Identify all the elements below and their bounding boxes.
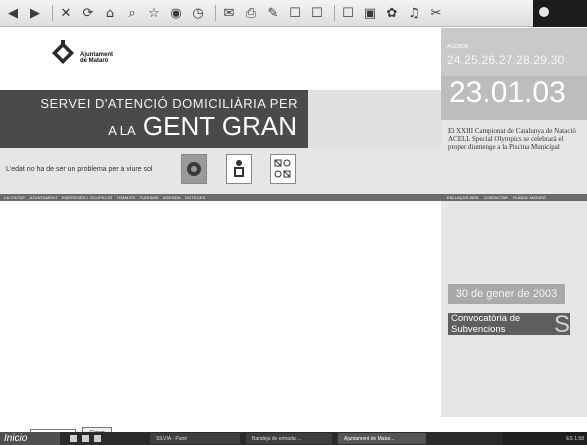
research-icon[interactable]: ✿ [383,4,401,22]
nav-item-enllacos[interactable]: ENLLAÇOS WEB [447,195,479,200]
stop-icon[interactable]: ✕ [57,4,75,22]
taskbar-task-mail[interactable]: Bandeja de entrada ... [246,433,332,444]
nav-item-empreses[interactable]: EMPRESES I OCUPACIÓ [62,195,112,200]
title-line-1: SERVEI D'ATENCIÓ DOMICILIÀRIA PER [40,96,298,111]
tile-person-icon[interactable] [226,154,252,184]
windows-taskbar: Inicio SILVIA - Paint Bandeja de entrada… [0,432,587,445]
quicklaunch-desktop-icon[interactable] [70,435,77,442]
start-button[interactable]: Inicio [0,432,60,445]
city-logo-text[interactable]: Ajuntament de Mataró [80,52,113,64]
extra-icon[interactable]: ✂ [427,4,445,22]
taskbar-task-browser[interactable]: Ajuntament de Matar... [338,433,426,444]
tile-pattern-icon[interactable] [270,154,296,184]
windows-logo-icon [539,7,549,17]
favorites-icon[interactable]: ☆ [145,4,163,22]
agenda-big-date: 23.01.03 [449,76,566,109]
back-icon[interactable]: ◀ [4,4,22,22]
nav-item-contactar[interactable]: CONTACTAR [484,195,508,200]
subvencions-mark-icon: S [553,313,570,335]
toolbar-separator [52,5,53,21]
tagline-text: L'edat no ha de ser un problema per a vi… [6,166,153,173]
nav-item-turisme[interactable]: TURISME [139,195,158,200]
nav-item-ajuntament[interactable]: AJUNTAMENT [29,195,58,200]
agenda-header: AGENDA 24.25.26.27.28.29.30 [441,28,587,76]
search-icon[interactable]: ⌕ [123,4,141,22]
service-title-banner: SERVEI D'ATENCIÓ DOMICILIÀRIA PER A LA G… [0,90,308,148]
home-icon[interactable]: ⌂ [101,4,119,22]
media-icon[interactable]: ◉ [167,4,185,22]
history-icon[interactable]: ◷ [189,4,207,22]
agenda-big-date-box: 23.01.03 [441,76,587,120]
music-icon[interactable]: ♫ [405,4,423,22]
subvencions-button[interactable]: Convocatòria de Subvencions S [448,313,570,335]
forward-icon[interactable]: ▶ [26,4,44,22]
page-icon[interactable]: ☐ [339,4,357,22]
quicklaunch-mail-icon[interactable] [94,435,101,442]
banner-fill [308,90,441,148]
browser-throbber [533,0,587,27]
nav-right-group: ENLLAÇOS WEB CONTACTAR PLÀNOL MATARÓ [442,195,546,200]
edit-icon[interactable]: ✎ [264,4,282,22]
folder-icon[interactable]: ☐ [308,4,326,22]
main-nav: LA CIUTAT AJUNTAMENT EMPRESES I OCUPACIÓ… [0,194,587,201]
nav-item-noticies[interactable]: NOTÍCIES [185,195,206,200]
city-emblem-icon[interactable] [50,40,76,66]
subvencions-label: Convocatòria de Subvencions [451,313,521,335]
browser-toolbar: ◀ ▶ ✕ ⟳ ⌂ ⌕ ☆ ◉ ◷ ✉ ⎙ ✎ ☐ ☐ ☐ ▣ ✿ ♫ ✂ [0,0,587,27]
nav-item-agenda[interactable]: AGENDA [163,195,181,200]
agenda-label: AGENDA [447,44,469,50]
tagline-strip: L'edat no ha de ser un problema per a vi… [0,148,441,194]
agenda-news-text[interactable]: El XXIII Campionat de Catalunya de Natac… [448,127,582,151]
title-line-2-small: A LA [108,123,136,138]
mail-icon[interactable]: ✉ [220,4,238,22]
print-icon[interactable]: ⎙ [242,4,260,22]
nav-item-ciutat[interactable]: LA CIUTAT [4,195,25,200]
nav-item-tramits[interactable]: TRÀMITS [116,195,135,200]
nav-item-planol[interactable]: PLÀNOL MATARÓ [513,195,546,200]
header-banner: Ajuntament de Mataró [0,28,441,90]
taskbar-task-paint[interactable]: SILVIA - Paint [150,433,240,444]
refresh-icon[interactable]: ⟳ [79,4,97,22]
quicklaunch-browser-icon[interactable] [82,435,89,442]
date-button[interactable]: 30 de gener de 2003 [448,284,565,304]
title-line-2: A LA GENT GRAN [108,112,297,145]
system-tray[interactable]: ES 1:58 [503,432,587,445]
discuss-icon[interactable]: ☐ [286,4,304,22]
toolbar-separator [334,5,335,21]
tile-ring-icon[interactable] [181,154,207,184]
messenger-icon[interactable]: ▣ [361,4,379,22]
agenda-dates[interactable]: 24.25.26.27.28.29.30 [447,53,564,67]
toolbar-separator [215,5,216,21]
title-line-2-big: GENT GRAN [142,111,297,141]
